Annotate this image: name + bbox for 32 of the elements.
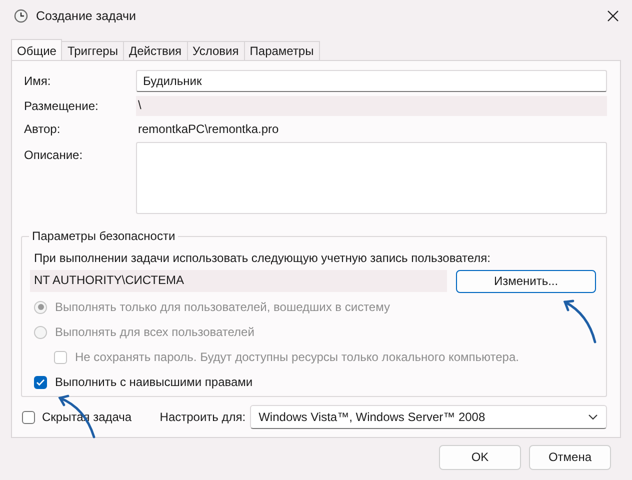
account-value: NT AUTHORITY\СИСТЕМА bbox=[30, 270, 448, 292]
configure-dropdown[interactable]: Windows Vista™, Windows Server™ 2008 bbox=[250, 405, 607, 430]
ok-button[interactable]: OK bbox=[439, 445, 521, 470]
checkbox[interactable] bbox=[22, 410, 35, 424]
field-label: Описание: bbox=[24, 147, 84, 164]
field-label: Настроить для: bbox=[160, 410, 247, 425]
option-label: Выполнять только для пользователей, вошедших в систему bbox=[55, 300, 390, 314]
clock-icon bbox=[14, 9, 28, 23]
field-label: Размещение: bbox=[24, 98, 100, 115]
chevron-down-icon bbox=[588, 414, 598, 420]
location-value: \ bbox=[136, 96, 607, 116]
tab[interactable]: Действия bbox=[122, 41, 188, 60]
description-field[interactable] bbox=[136, 142, 607, 214]
checkbox[interactable] bbox=[34, 376, 47, 389]
cancel-button[interactable]: Отмена bbox=[529, 445, 611, 470]
change-button[interactable]: Изменить... bbox=[456, 270, 596, 293]
field-label: Имя: bbox=[24, 73, 52, 90]
annotation-arrow bbox=[563, 300, 596, 344]
option-label: Выполнить с наивысшими правами bbox=[55, 375, 253, 390]
tab[interactable]: Параметры bbox=[244, 41, 320, 60]
account-prompt: При выполнении задачи использовать следующую учетную запись пользователя: bbox=[34, 251, 492, 266]
tab[interactable]: Триггеры bbox=[61, 41, 124, 60]
close-icon[interactable] bbox=[606, 9, 620, 23]
option-label: Выполнять для всех пользователей bbox=[55, 325, 254, 340]
name-field[interactable]: Будильник bbox=[136, 70, 607, 92]
window-title: Создание задачи bbox=[36, 8, 136, 24]
author-value: remontkaPC\remontka.pro bbox=[137, 121, 280, 138]
tab[interactable]: Общие bbox=[11, 39, 62, 60]
field-label: Автор: bbox=[24, 121, 62, 138]
group-title: Параметры безопасности bbox=[29, 229, 178, 244]
dropdown-value: Windows Vista™, Windows Server™ 2008 bbox=[258, 410, 486, 425]
option-label: Не сохранять пароль. Будут доступны ресурсы только локального компьютера. bbox=[75, 350, 519, 364]
